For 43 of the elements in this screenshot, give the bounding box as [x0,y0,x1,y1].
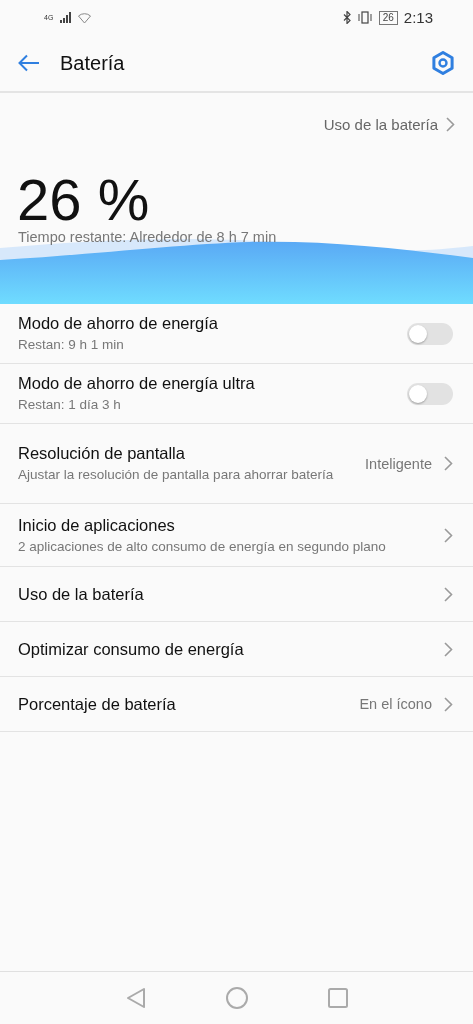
row-title: Uso de la batería [18,584,145,604]
row-value: Inteligente [365,455,432,472]
battery-usage-link[interactable]: Uso de la batería [323,116,455,133]
signal-icon [60,12,72,23]
remaining-time: Tiempo restante: Alrededor de 8 h 7 min [18,229,278,245]
chevron-icon [444,696,453,712]
chevron-icon [444,641,453,657]
row-title: Porcentaje de batería [18,694,177,714]
back-arrow-icon[interactable] [18,54,40,72]
chevron-icon [444,586,453,602]
settings-row[interactable]: Modo de ahorro de energía ultra Restan: 1 día 3 h [0,364,473,424]
clock: 2:13 [403,9,433,26]
recents-icon[interactable] [327,988,348,1008]
row-subtitle: 2 aplicaciones de alto consumo de energía en segundo plano [18,537,387,555]
bluetooth-icon [342,11,351,24]
settings-row[interactable]: Porcentaje de batería En el ícono [0,677,473,732]
toggle-switch[interactable] [407,322,453,345]
battery-percentage: 26 % [17,171,150,229]
row-value: En el ícono [359,696,432,712]
chevron-icon [444,527,453,543]
page-title: Batería [60,51,126,75]
wifi-icon [78,12,91,23]
settings-row[interactable]: Modo de ahorro de energía Restan: 9 h 1 min [0,304,473,364]
row-title: Resolución de pantalla [18,444,186,463]
back-icon[interactable] [125,987,146,1009]
row-title: Inicio de aplicaciones [18,515,176,535]
row-subtitle: Restan: 9 h 1 min [18,336,125,353]
settings-row[interactable]: Resolución de pantalla Ajustar la resolución de pantalla para ahorrar batería Inteligente [0,424,473,504]
row-subtitle: Restan: 1 día 3 h [18,396,122,413]
battery-indicator: 26 [378,10,398,25]
settings-row[interactable]: Uso de la batería [0,567,473,622]
chevron-icon [446,117,455,132]
settings-row[interactable]: Optimizar consumo de energía [0,622,473,677]
row-title: Modo de ahorro de energía ultra [18,374,256,393]
row-title: Optimizar consumo de energía [18,639,245,659]
chevron-icon [444,456,453,471]
row-subtitle: Ajustar la resolución de pantalla para ahorrar batería [18,466,335,483]
settings-icon[interactable] [431,51,455,75]
toggle-switch[interactable] [407,382,453,405]
vibrate-icon [356,11,373,24]
home-icon[interactable] [225,987,248,1009]
settings-row[interactable]: Inicio de aplicaciones 2 aplicaciones de alto consumo de energía en segundo plano [0,504,473,567]
row-title: Modo de ahorro de energía [18,314,219,333]
